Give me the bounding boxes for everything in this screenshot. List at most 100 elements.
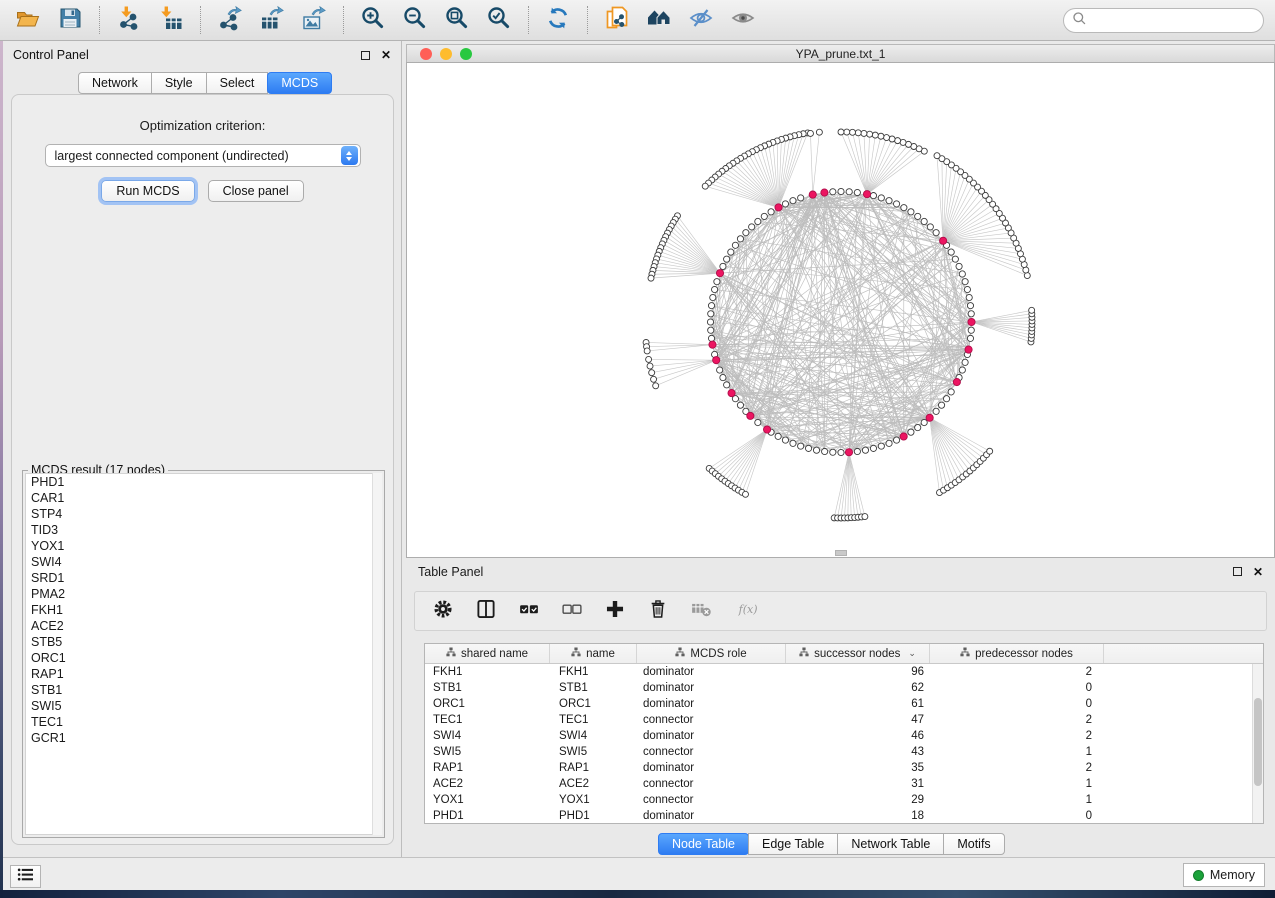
graph-node[interactable] xyxy=(908,209,914,215)
mcds-result-item[interactable]: PHD1 xyxy=(26,474,381,490)
graph-node[interactable] xyxy=(728,249,734,255)
close-table-panel-icon[interactable]: ✕ xyxy=(1253,566,1263,578)
graph-node[interactable] xyxy=(962,359,968,365)
export-table-button[interactable] xyxy=(258,6,286,34)
column-header-shared-name[interactable]: shared name xyxy=(425,644,550,663)
graph-leaf-node[interactable] xyxy=(648,275,654,281)
cell-shared-name[interactable]: FKH1 xyxy=(425,666,550,678)
mcds-result-item[interactable]: TEC1 xyxy=(26,714,381,730)
save-session-button[interactable] xyxy=(56,6,84,34)
cell-successor-nodes[interactable]: 43 xyxy=(786,746,930,758)
mcds-result-item[interactable]: SWI4 xyxy=(26,554,381,570)
cell-successor-nodes[interactable]: 31 xyxy=(786,778,930,790)
open-session-button[interactable] xyxy=(14,6,42,34)
zoom-in-button[interactable] xyxy=(359,6,387,34)
add-column-button[interactable] xyxy=(603,599,627,623)
graph-leaf-node[interactable] xyxy=(647,363,653,369)
table-row[interactable]: SWI4SWI4dominator462 xyxy=(425,728,1263,744)
cell-predecessor-nodes[interactable]: 0 xyxy=(930,698,1104,710)
cell-successor-nodes[interactable]: 96 xyxy=(786,666,930,678)
cell-shared-name[interactable]: YOX1 xyxy=(425,794,550,806)
cell-successor-nodes[interactable]: 35 xyxy=(786,762,930,774)
table-row[interactable]: ACE2ACE2connector311 xyxy=(425,776,1263,792)
close-panel-icon[interactable]: ✕ xyxy=(381,49,391,61)
graph-hub-node[interactable] xyxy=(845,449,852,456)
graph-leaf-node[interactable] xyxy=(807,130,813,136)
graph-node[interactable] xyxy=(921,218,927,224)
float-table-panel-icon[interactable] xyxy=(1233,567,1242,576)
graph-node[interactable] xyxy=(908,429,914,435)
graph-hub-node[interactable] xyxy=(713,357,720,364)
graph-leaf-node[interactable] xyxy=(838,129,844,135)
cell-MCDS-role[interactable]: connector xyxy=(637,746,786,758)
cell-successor-nodes[interactable]: 62 xyxy=(786,682,930,694)
graph-node[interactable] xyxy=(805,445,811,451)
graph-node[interactable] xyxy=(886,198,892,204)
graph-node[interactable] xyxy=(966,294,972,300)
graph-node[interactable] xyxy=(968,327,974,333)
cell-shared-name[interactable]: ORC1 xyxy=(425,698,550,710)
graph-hub-node[interactable] xyxy=(900,433,907,440)
graph-node[interactable] xyxy=(737,236,743,242)
table-row[interactable]: STB1STB1dominator620 xyxy=(425,680,1263,696)
graph-node[interactable] xyxy=(708,311,714,317)
cell-MCDS-role[interactable]: connector xyxy=(637,778,786,790)
graph-node[interactable] xyxy=(724,382,730,388)
mcds-result-list[interactable]: PHD1CAR1STP4TID3YOX1SWI4SRD1PMA2FKH1ACE2… xyxy=(25,473,382,835)
graph-node[interactable] xyxy=(862,447,868,453)
graph-node[interactable] xyxy=(724,256,730,262)
graph-node[interactable] xyxy=(775,433,781,439)
graph-node[interactable] xyxy=(870,445,876,451)
tab-node-table[interactable]: Node Table xyxy=(658,833,749,855)
graph-leaf-node[interactable] xyxy=(878,133,884,139)
tab-network[interactable]: Network xyxy=(78,72,152,94)
graph-hub-node[interactable] xyxy=(953,378,960,385)
cell-predecessor-nodes[interactable]: 1 xyxy=(930,794,1104,806)
graph-node[interactable] xyxy=(854,189,860,195)
mcds-result-item[interactable]: GCR1 xyxy=(26,730,381,746)
mcds-result-item[interactable]: ACE2 xyxy=(26,618,381,634)
mcds-result-item[interactable]: STB1 xyxy=(26,682,381,698)
graph-node[interactable] xyxy=(737,402,743,408)
graph-leaf-node[interactable] xyxy=(884,135,890,141)
graph-node[interactable] xyxy=(761,213,767,219)
column-header-MCDS-role[interactable]: MCDS role xyxy=(637,644,786,663)
cell-MCDS-role[interactable]: dominator xyxy=(637,698,786,710)
cell-name[interactable]: SWI5 xyxy=(550,746,637,758)
tab-mcds[interactable]: MCDS xyxy=(267,72,332,94)
graph-node[interactable] xyxy=(838,188,844,194)
graph-hub-node[interactable] xyxy=(763,426,770,433)
graph-node[interactable] xyxy=(798,195,804,201)
memory-button[interactable]: Memory xyxy=(1183,863,1265,887)
cell-predecessor-nodes[interactable]: 2 xyxy=(930,762,1104,774)
graph-hub-node[interactable] xyxy=(940,237,947,244)
graph-node[interactable] xyxy=(956,263,962,269)
import-network-button[interactable] xyxy=(115,6,143,34)
float-panel-icon[interactable] xyxy=(361,51,370,60)
cell-shared-name[interactable]: PHD1 xyxy=(425,810,550,822)
delete-column-button[interactable] xyxy=(646,599,670,623)
table-row[interactable]: TEC1TEC1connector472 xyxy=(425,712,1263,728)
cell-MCDS-role[interactable]: dominator xyxy=(637,810,786,822)
graph-node[interactable] xyxy=(768,209,774,215)
tab-edge-table[interactable]: Edge Table xyxy=(748,833,838,855)
graph-node[interactable] xyxy=(708,327,714,333)
graph-leaf-node[interactable] xyxy=(653,383,659,389)
graph-node[interactable] xyxy=(886,440,892,446)
graph-node[interactable] xyxy=(838,449,844,455)
graph-node[interactable] xyxy=(952,256,958,262)
mcds-result-item[interactable]: CAR1 xyxy=(26,490,381,506)
graph-node[interactable] xyxy=(901,205,907,211)
export-network-button[interactable] xyxy=(216,6,244,34)
graph-node[interactable] xyxy=(967,335,973,341)
graph-node[interactable] xyxy=(720,263,726,269)
mcds-result-item[interactable]: FKH1 xyxy=(26,602,381,618)
graph-node[interactable] xyxy=(708,335,714,341)
search-input[interactable] xyxy=(1087,9,1263,32)
cell-shared-name[interactable]: TEC1 xyxy=(425,714,550,726)
graph-hub-node[interactable] xyxy=(809,191,816,198)
toggle-panels-button[interactable] xyxy=(474,599,498,623)
cell-name[interactable]: TEC1 xyxy=(550,714,637,726)
table-row[interactable]: RAP1RAP1dominator352 xyxy=(425,760,1263,776)
graph-node[interactable] xyxy=(782,437,788,443)
